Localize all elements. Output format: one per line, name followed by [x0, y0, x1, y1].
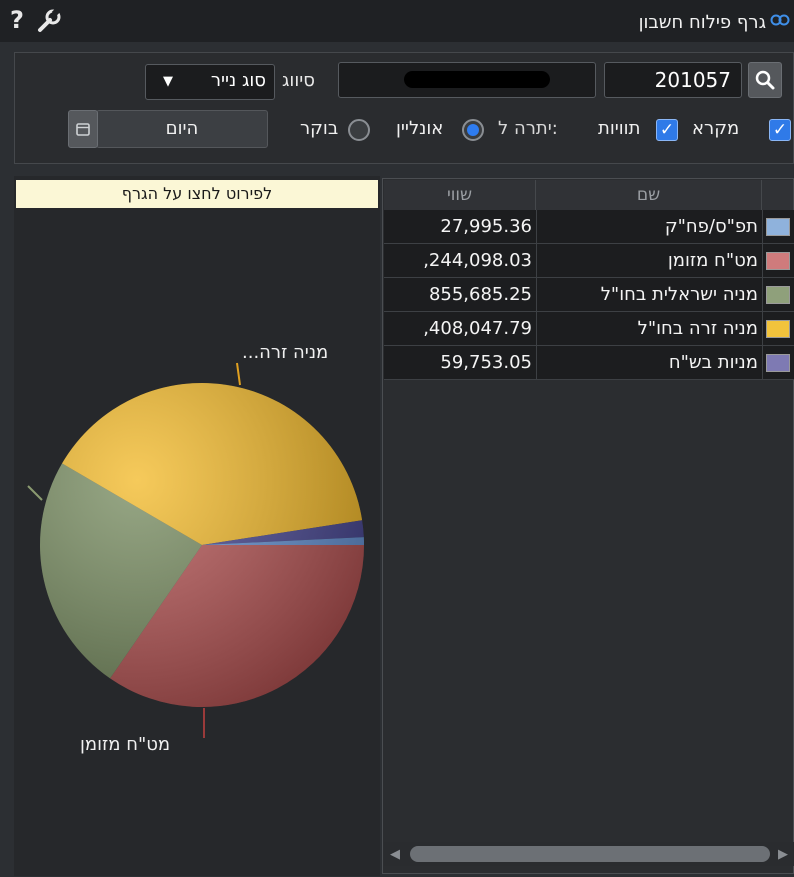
color-swatch: [766, 252, 790, 270]
today-button[interactable]: היום: [96, 110, 268, 148]
link-icon[interactable]: [770, 10, 790, 30]
color-swatch: [766, 218, 790, 236]
balance-for-label: יתרה ל:: [498, 118, 558, 139]
column-divider: [762, 346, 763, 380]
column-divider: [762, 312, 763, 346]
pie-chart[interactable]: [14, 330, 380, 770]
morning-label: בוקר: [300, 118, 339, 139]
legend-checkbox[interactable]: ✓: [769, 119, 791, 141]
labels-checkbox[interactable]: ✓: [656, 119, 678, 141]
row-value: ,408,047.79: [423, 318, 532, 339]
calendar-icon: [76, 123, 90, 136]
pie-label-cash: מט"ח מזומן: [80, 734, 171, 755]
scroll-right-icon[interactable]: ▶: [778, 847, 788, 862]
column-divider: [762, 278, 763, 312]
column-divider: [536, 278, 537, 312]
row-value: 27,995.36: [440, 216, 532, 237]
morning-radio[interactable]: [348, 119, 370, 141]
color-swatch: [766, 320, 790, 338]
row-name: מניה ישראלית בחו"ל: [600, 284, 758, 305]
scrollbar-thumb[interactable]: [410, 846, 770, 862]
color-swatch: [766, 354, 790, 372]
column-divider: [536, 244, 537, 278]
column-header-name[interactable]: שם: [536, 180, 762, 210]
row-value: 59,753.05: [440, 352, 532, 373]
chevron-down-icon[interactable]: ▼: [163, 74, 173, 89]
color-swatch: [766, 286, 790, 304]
chart-hint: לפירוט לחצו על הגרף: [16, 180, 378, 208]
row-name: מניה זרה בחו"ל: [637, 318, 758, 339]
pie-leader-foreign: [236, 362, 241, 386]
column-header-color[interactable]: [762, 180, 794, 210]
column-divider: [536, 346, 537, 380]
row-name: מניות בש"ח: [668, 352, 758, 373]
row-value: 855,685.25: [428, 284, 532, 305]
online-label: אונליין: [396, 118, 444, 139]
labels-label: תוויות: [598, 118, 641, 139]
row-value: ,244,098.03: [423, 250, 532, 271]
legend-label: מקרא: [692, 118, 740, 139]
online-radio-selected: [467, 124, 479, 136]
pie-label-foreign: ...מניה זרה: [242, 342, 329, 363]
column-divider: [762, 244, 763, 278]
column-divider: [536, 210, 537, 244]
window-title: גרף פילוח חשבון: [638, 12, 766, 33]
search-button[interactable]: [748, 62, 782, 98]
column-header-value[interactable]: שווי: [384, 180, 536, 210]
scroll-left-icon[interactable]: ◀: [390, 847, 400, 862]
classification-label: סיווג: [282, 70, 315, 91]
calendar-button[interactable]: [68, 110, 98, 148]
account-number-input[interactable]: 201057: [604, 62, 742, 98]
row-name: מט"ח מזומן: [667, 250, 758, 271]
column-divider: [762, 210, 763, 244]
row-name: תפ"ס/פח"ק: [664, 216, 758, 237]
search-icon: [755, 70, 775, 90]
help-icon[interactable]: ?: [10, 6, 24, 34]
column-divider: [536, 312, 537, 346]
redacted-name: [404, 71, 550, 88]
pie-leader-israeli: [27, 485, 43, 501]
wrench-icon[interactable]: [36, 8, 62, 34]
